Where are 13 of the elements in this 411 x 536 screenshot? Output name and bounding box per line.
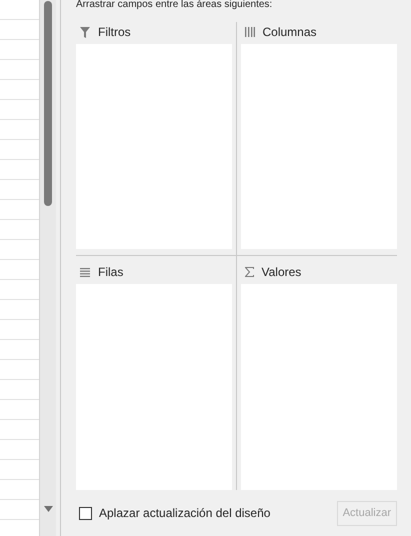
area-label: Valores [262, 264, 302, 281]
funnel-icon [80, 26, 90, 38]
area-label: Columnas [262, 24, 317, 41]
checkbox[interactable] [79, 506, 92, 520]
area-label: Filtros [98, 24, 131, 41]
instruction-text: Arrastrar campos entre las áreas siguientes: [76, 0, 274, 10]
scroll-down-icon[interactable] [44, 506, 52, 512]
checkbox-label: Aplazar actualización del diseño [99, 505, 270, 522]
rows-icon [80, 268, 90, 276]
sigma-icon [244, 267, 254, 277]
area-label: Filas [98, 264, 124, 281]
columns-icon [244, 27, 254, 37]
scrollbar-thumb[interactable] [44, 1, 52, 206]
